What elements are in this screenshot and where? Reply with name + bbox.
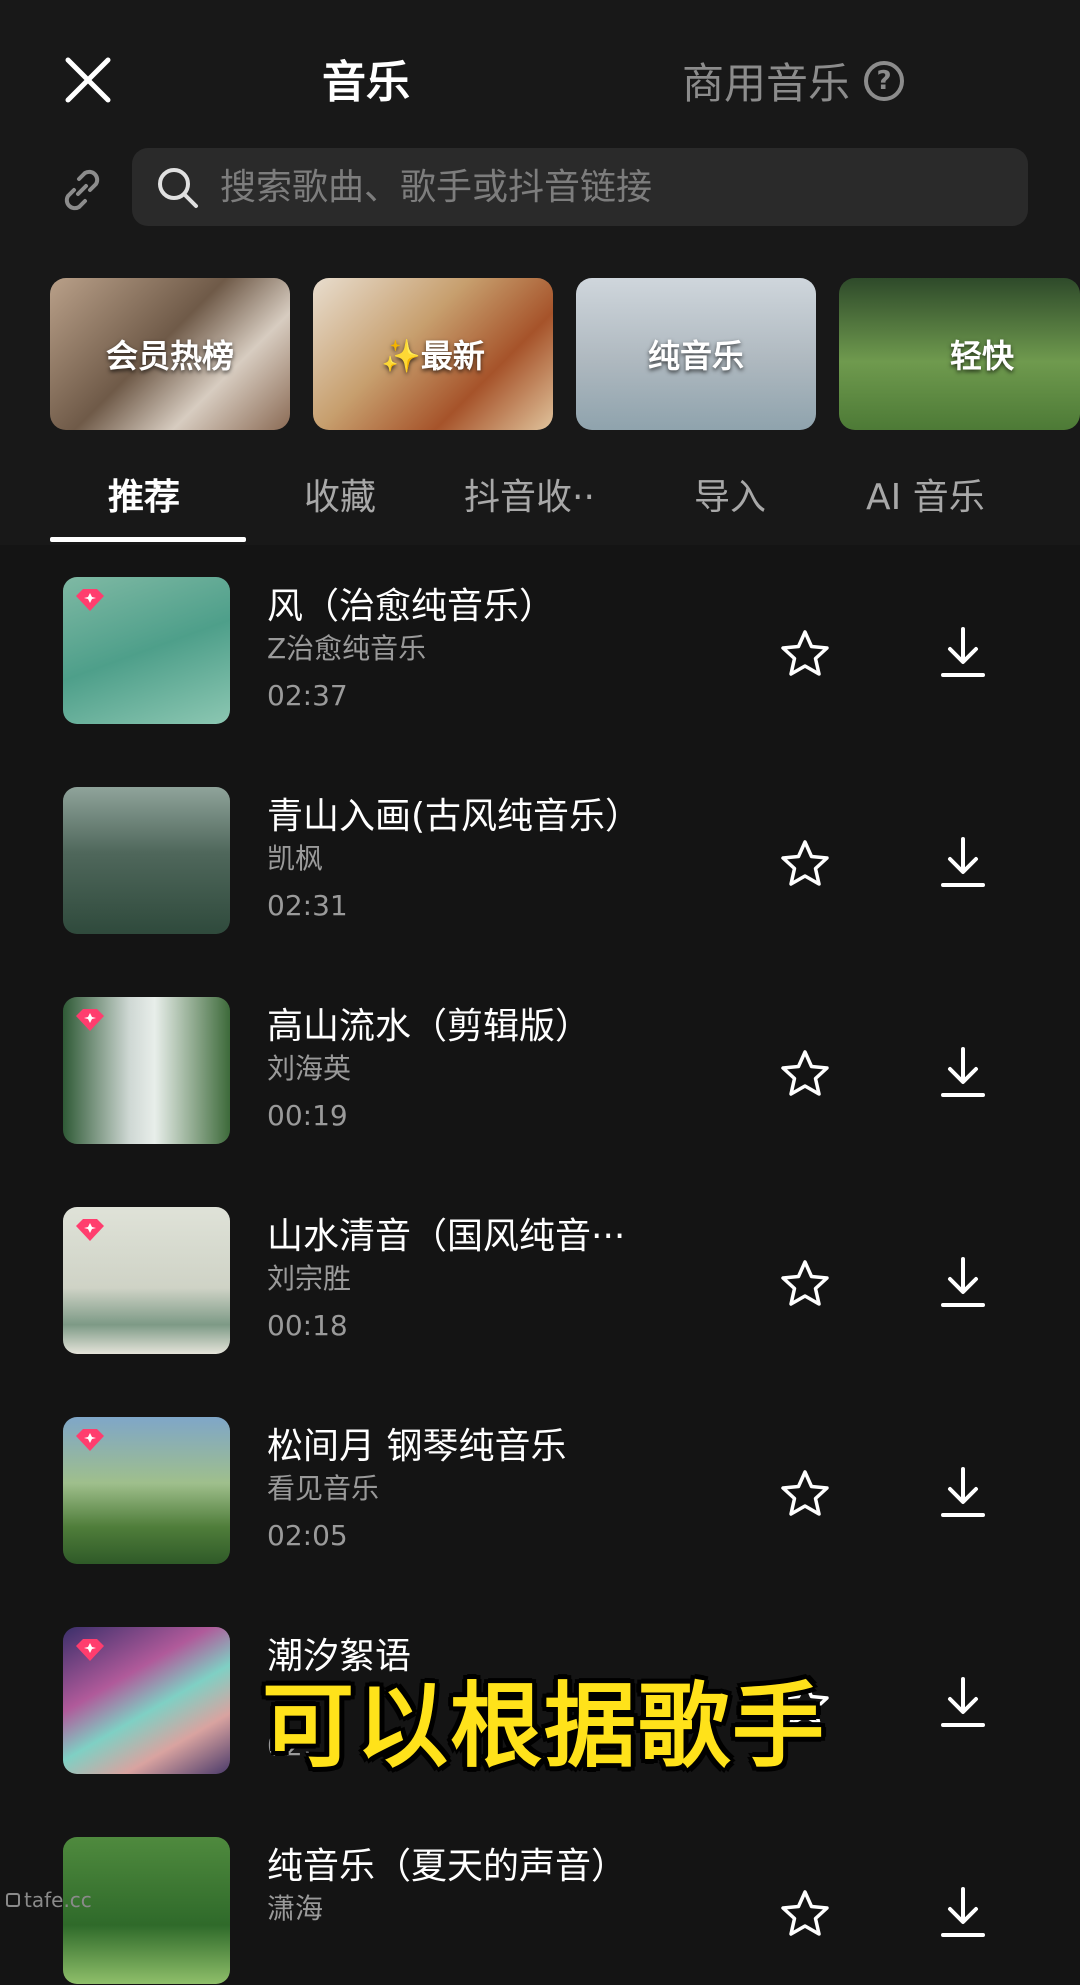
star-icon[interactable] [778, 1467, 832, 1521]
category-label: 会员热榜 [105, 337, 234, 375]
search-icon [158, 168, 198, 208]
song-cover [63, 787, 230, 934]
song-cover [63, 577, 230, 724]
close-icon[interactable] [58, 50, 118, 110]
vip-gem-icon [76, 1429, 104, 1451]
tab-favorites[interactable]: 收藏 [304, 468, 376, 520]
download-icon[interactable] [937, 1043, 989, 1101]
category-label: 纯音乐 [647, 337, 744, 375]
star-icon[interactable] [778, 1047, 832, 1101]
category-carousel[interactable]: 会员热榜 ✨最新 纯音乐 轻快 [50, 278, 1080, 430]
song-row[interactable]: 青山入画(古风纯音乐） 凯枫 02:31 [0, 755, 1080, 935]
vip-gem-icon [76, 1639, 104, 1661]
song-row[interactable]: 风（治愈纯音乐） Z治愈纯音乐 02:37 [0, 545, 1080, 725]
tab-bar: 推荐 收藏 抖音收·· 导入 AI 音乐 [0, 460, 1080, 542]
song-title: 纯音乐（夏天的声音） [267, 1846, 628, 1887]
song-cover [63, 1417, 230, 1564]
song-artist: 潇海 [267, 1892, 324, 1925]
vip-gem-icon [76, 1219, 104, 1241]
download-icon[interactable] [937, 1673, 989, 1731]
star-icon[interactable] [778, 1257, 832, 1311]
tab-douyin-favorites[interactable]: 抖音收·· [464, 468, 595, 520]
song-title: 风（治愈纯音乐） [267, 586, 556, 627]
help-icon[interactable]: ? [864, 60, 905, 101]
category-card[interactable]: 会员热榜 [50, 278, 290, 430]
vip-gem-icon [76, 1009, 104, 1031]
watermark-logo-icon [6, 1893, 20, 1907]
song-cover [63, 997, 230, 1144]
song-title: 山水清音（国风纯音··· [267, 1216, 626, 1257]
search-bar[interactable] [132, 148, 1028, 226]
top-panel: 音乐 商用音乐 ? 会员热榜 ✨最新 纯音乐 轻快 推荐 收 [0, 0, 1080, 545]
song-row[interactable]: 松间月 钢琴纯音乐 看见音乐 02:05 [0, 1385, 1080, 1565]
song-cover [63, 1627, 230, 1774]
song-duration: 02:37 [267, 679, 348, 712]
tab-recommended[interactable]: 推荐 [108, 468, 180, 520]
song-cover [63, 1207, 230, 1354]
download-icon[interactable] [937, 1883, 989, 1941]
song-title: 高山流水（剪辑版） [267, 1006, 592, 1047]
link-icon[interactable] [56, 164, 108, 216]
watermark: tafe.cc [6, 1888, 92, 1912]
page-title: 音乐 [322, 57, 410, 108]
song-artist: 看见音乐 [267, 1472, 380, 1505]
song-artist: 凯枫 [267, 842, 324, 875]
song-title: 松间月 钢琴纯音乐 [267, 1426, 567, 1467]
download-icon[interactable] [937, 623, 989, 681]
song-row[interactable]: 纯音乐（夏天的声音） 潇海 [0, 1805, 1080, 1985]
category-card[interactable]: 轻快 [839, 278, 1080, 430]
song-duration: 02:05 [267, 1519, 348, 1552]
search-input[interactable] [218, 165, 982, 209]
song-row[interactable]: 山水清音（国风纯音··· 刘宗胜 00:18 [0, 1175, 1080, 1355]
song-artist: 刘宗胜 [267, 1262, 352, 1295]
star-icon[interactable] [778, 837, 832, 891]
vip-gem-icon [76, 589, 104, 611]
tab-ai-music[interactable]: AI 音乐 [866, 468, 985, 520]
song-row[interactable]: 高山流水（剪辑版） 刘海英 00:19 [0, 965, 1080, 1145]
song-title: 青山入画(古风纯音乐） [267, 796, 642, 837]
tab-import[interactable]: 导入 [694, 468, 766, 520]
commercial-music-label: 商用音乐 [682, 59, 851, 108]
star-icon[interactable] [778, 627, 832, 681]
download-icon[interactable] [937, 1463, 989, 1521]
song-duration: 02:31 [267, 889, 348, 922]
song-artist: 刘海英 [267, 1052, 352, 1085]
category-label: 轻快 [949, 337, 1014, 375]
download-icon[interactable] [937, 1253, 989, 1311]
song-duration: 00:18 [267, 1309, 348, 1342]
category-card[interactable]: 纯音乐 [576, 278, 816, 430]
video-caption: 可以根据歌手 [262, 1673, 827, 1780]
active-tab-indicator [50, 537, 246, 542]
category-label: ✨最新 [381, 337, 485, 375]
commercial-music-tab[interactable]: 商用音乐 ? [682, 50, 905, 111]
category-card[interactable]: ✨最新 [313, 278, 553, 430]
song-duration: 00:19 [267, 1099, 348, 1132]
watermark-text: tafe.cc [24, 1888, 92, 1912]
song-artist: Z治愈纯音乐 [267, 632, 427, 665]
download-icon[interactable] [937, 833, 989, 891]
star-icon[interactable] [778, 1887, 832, 1941]
